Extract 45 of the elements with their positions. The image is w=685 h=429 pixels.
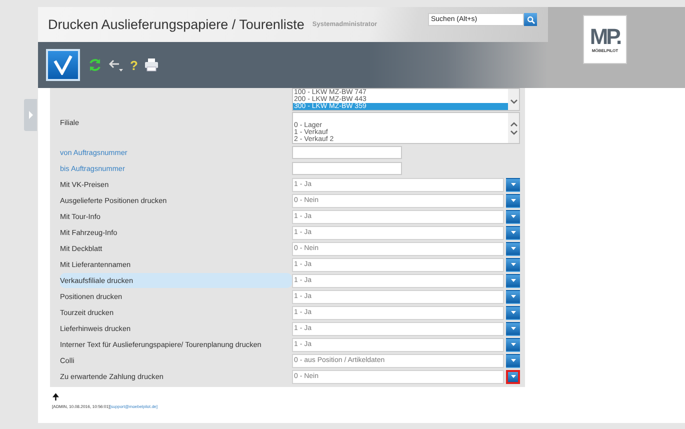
confirm-button[interactable] [46, 49, 80, 81]
chevron-up-icon[interactable] [510, 120, 518, 126]
caret-down-icon [510, 375, 516, 378]
scrollbar[interactable] [508, 113, 519, 143]
chevron-down-icon[interactable] [510, 99, 518, 105]
checkmark-icon [52, 55, 74, 75]
sidebar-toggle[interactable] [24, 99, 37, 131]
caret-down-icon [510, 263, 516, 266]
caret-down-icon [510, 295, 516, 298]
dropdown-button[interactable] [506, 258, 520, 272]
search-button[interactable] [524, 13, 537, 26]
chevron-right-icon [28, 111, 34, 119]
dropdown-button[interactable] [506, 290, 520, 304]
caret-down-icon [510, 311, 516, 314]
dropdown-button[interactable] [506, 210, 520, 224]
caret-down-icon [510, 183, 516, 186]
caret-down-icon [510, 231, 516, 234]
help-icon[interactable]: ? [130, 58, 138, 72]
dropdown-button[interactable] [506, 354, 520, 368]
caret-down-icon [510, 359, 516, 362]
search-icon [526, 16, 534, 24]
dropdown-button[interactable] [506, 370, 520, 384]
dropdown-button[interactable] [506, 178, 520, 192]
up-arrow-icon[interactable]: 🠉 [52, 392, 59, 402]
caret-down-icon [510, 199, 516, 202]
text-field[interactable] [292, 162, 402, 175]
page-title: Drucken Auslieferungspapiere / Tourenliste [48, 17, 304, 32]
chevron-down-icon[interactable] [510, 130, 518, 136]
text-field[interactable] [292, 146, 402, 159]
dropdown-button[interactable] [506, 306, 520, 320]
caret-down-icon [510, 247, 516, 250]
caret-down-icon [510, 279, 516, 282]
refresh-icon[interactable] [88, 58, 102, 72]
caret-down-icon [510, 327, 516, 330]
dropdown-button[interactable] [506, 274, 520, 288]
dropdown-button[interactable] [506, 226, 520, 240]
dropdown-button[interactable] [506, 194, 520, 208]
scrollbar[interactable] [508, 89, 519, 110]
back-arrow-icon[interactable] [108, 58, 124, 72]
caret-down-icon [510, 343, 516, 346]
dropdown-button[interactable] [506, 242, 520, 256]
printer-icon[interactable] [144, 58, 159, 72]
caret-down-icon [510, 215, 516, 218]
dropdown-button[interactable] [506, 338, 520, 352]
dropdown-button[interactable] [506, 322, 520, 336]
